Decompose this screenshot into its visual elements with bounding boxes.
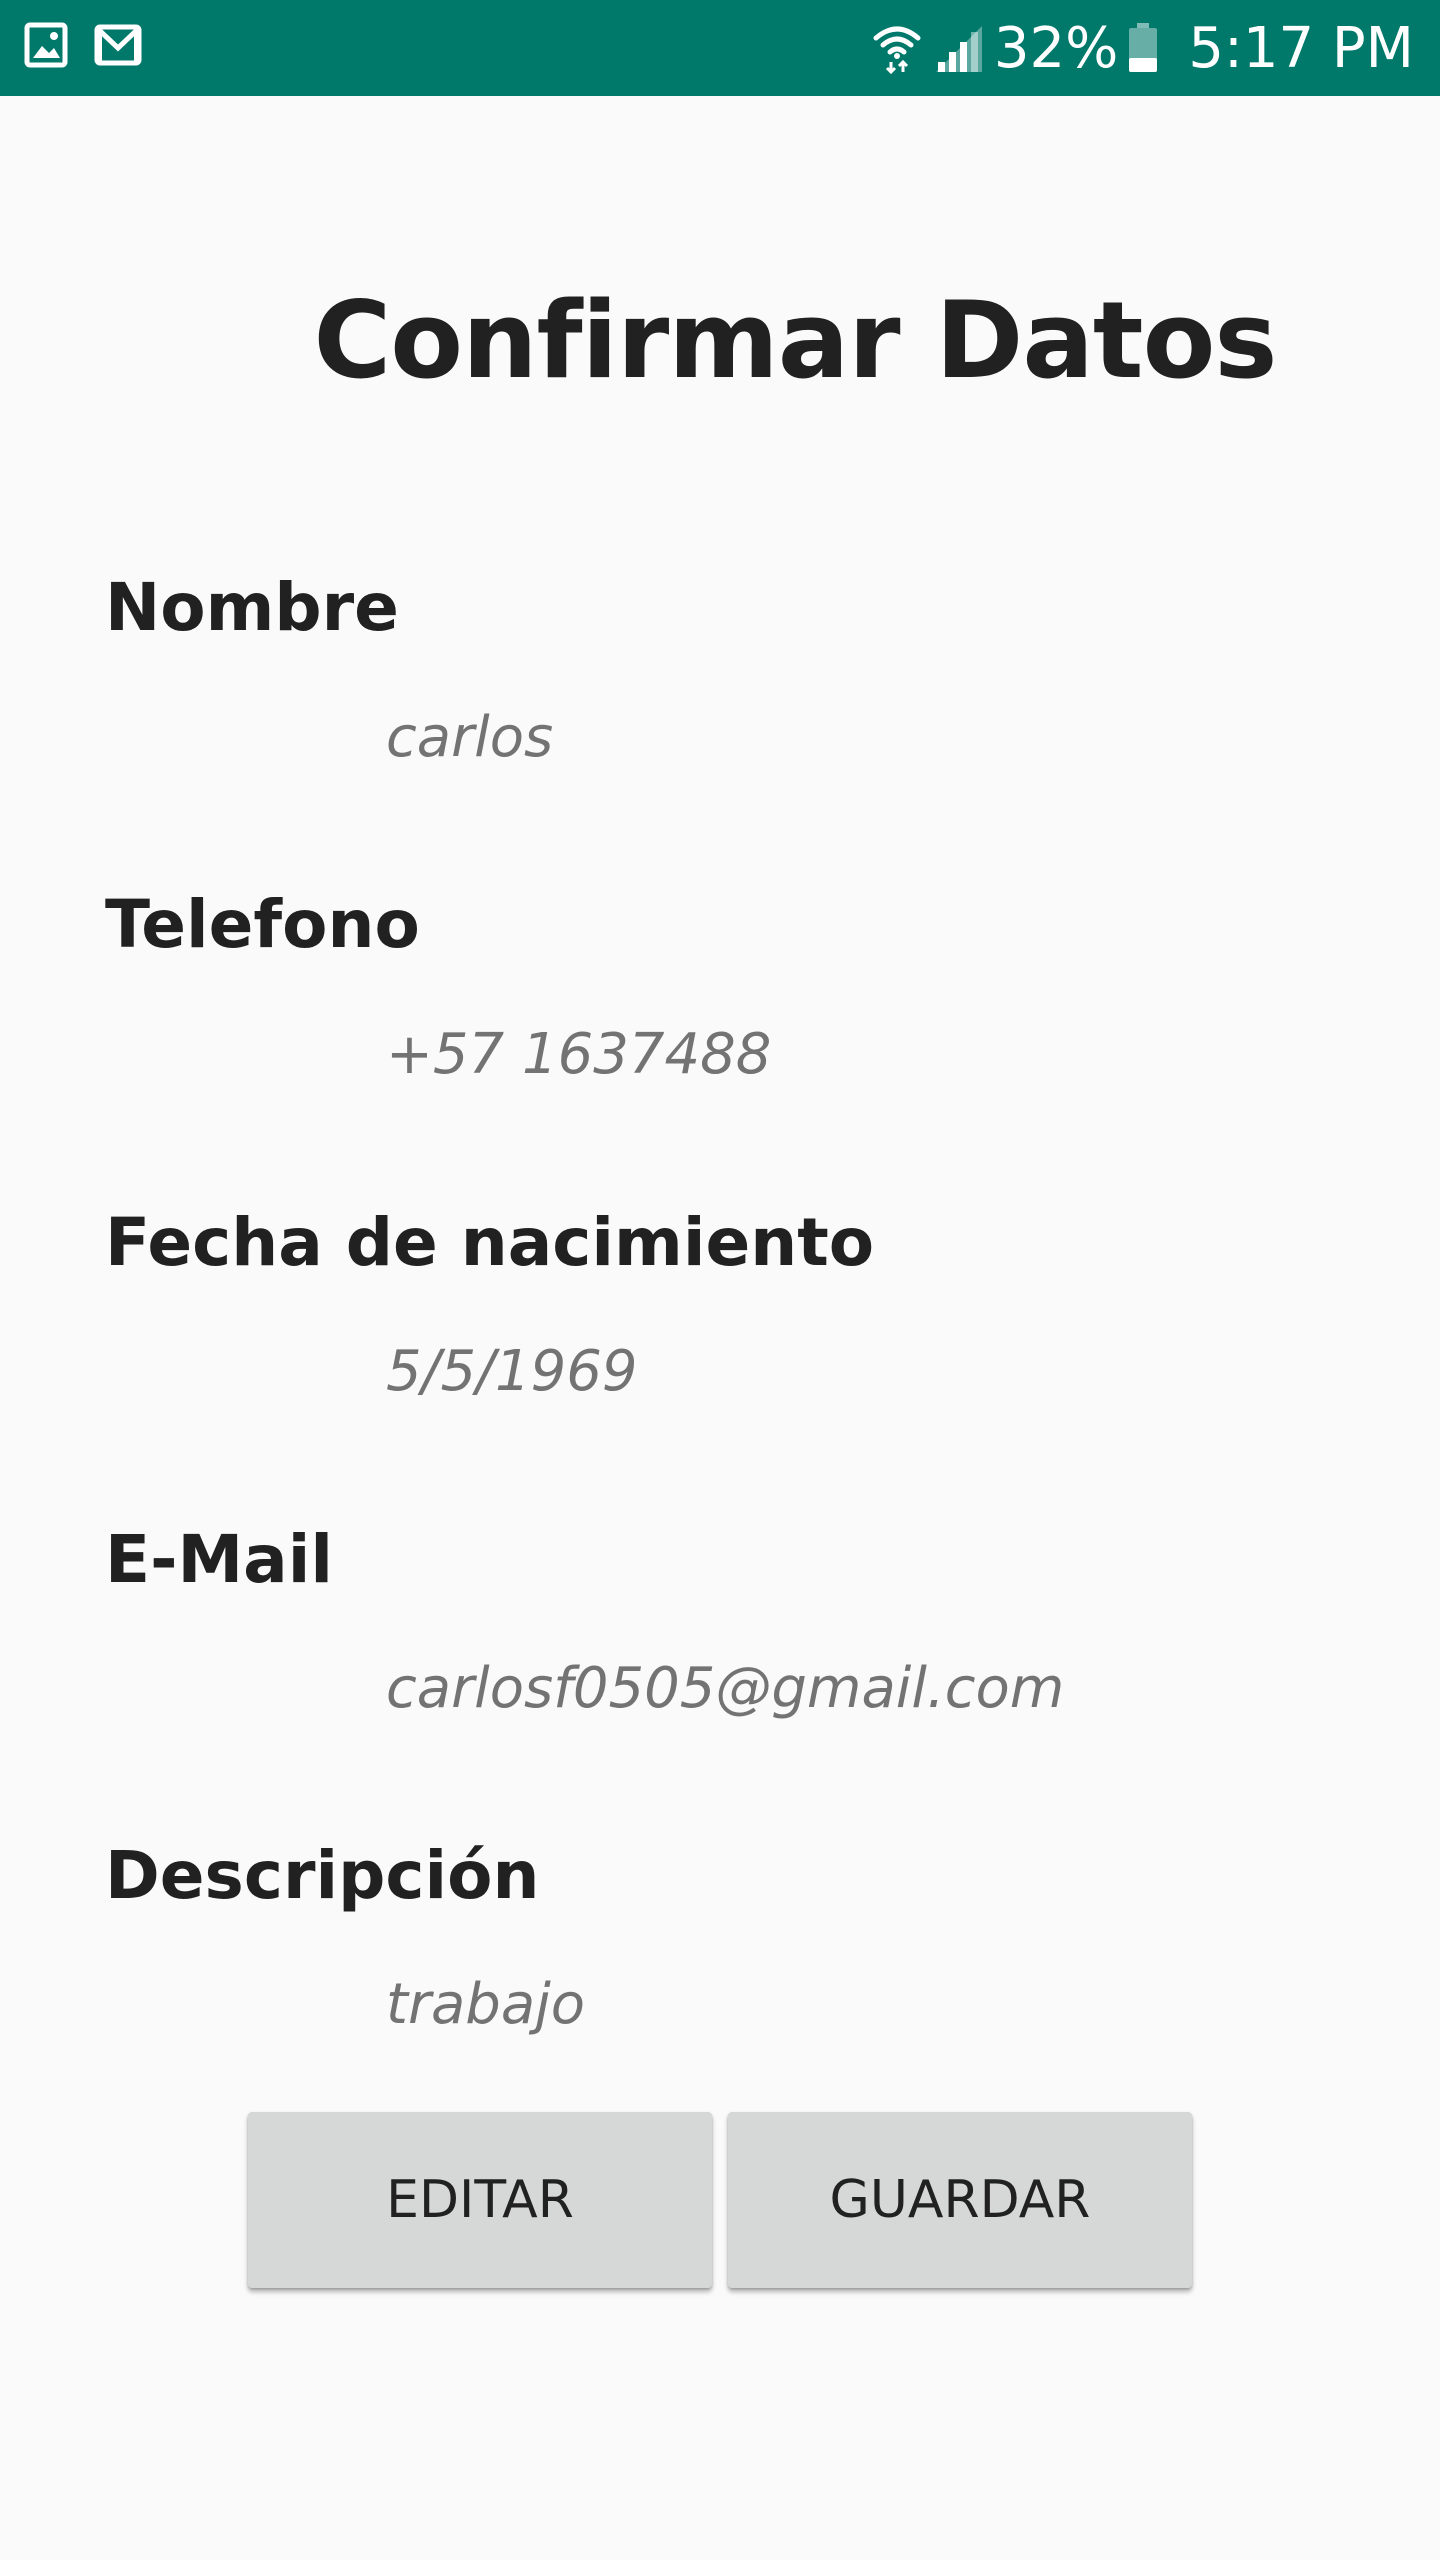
birthdate-label: Fecha de nacimiento bbox=[105, 1204, 875, 1281]
description-value: trabajo bbox=[386, 1972, 585, 2037]
edit-button[interactable]: EDITAR bbox=[248, 2112, 712, 2288]
system-status: 32% 5:17 PM bbox=[872, 14, 1414, 82]
email-label: E-Mail bbox=[105, 1521, 333, 1598]
gallery-icon bbox=[24, 22, 68, 68]
clock: 5:17 PM bbox=[1188, 15, 1414, 81]
gmail-icon bbox=[94, 22, 142, 68]
birthdate-value: 5/5/1969 bbox=[386, 1339, 638, 1404]
page-title: Confirmar Datos bbox=[313, 279, 1277, 402]
name-label: Nombre bbox=[105, 569, 399, 646]
description-label: Descripción bbox=[105, 1837, 540, 1914]
signal-icon bbox=[932, 22, 984, 74]
battery-percentage: 32% bbox=[993, 15, 1119, 81]
battery-icon bbox=[1128, 22, 1158, 74]
name-value: carlos bbox=[386, 705, 554, 770]
notification-icons bbox=[24, 22, 142, 68]
email-value: carlosf0505@gmail.com bbox=[386, 1656, 1065, 1721]
phone-value: +57 1637488 bbox=[386, 1022, 772, 1087]
status-bar: 32% 5:17 PM bbox=[0, 0, 1440, 96]
phone-label: Telefono bbox=[105, 886, 420, 963]
wifi-icon bbox=[872, 22, 922, 74]
save-button[interactable]: GUARDAR bbox=[728, 2112, 1192, 2288]
